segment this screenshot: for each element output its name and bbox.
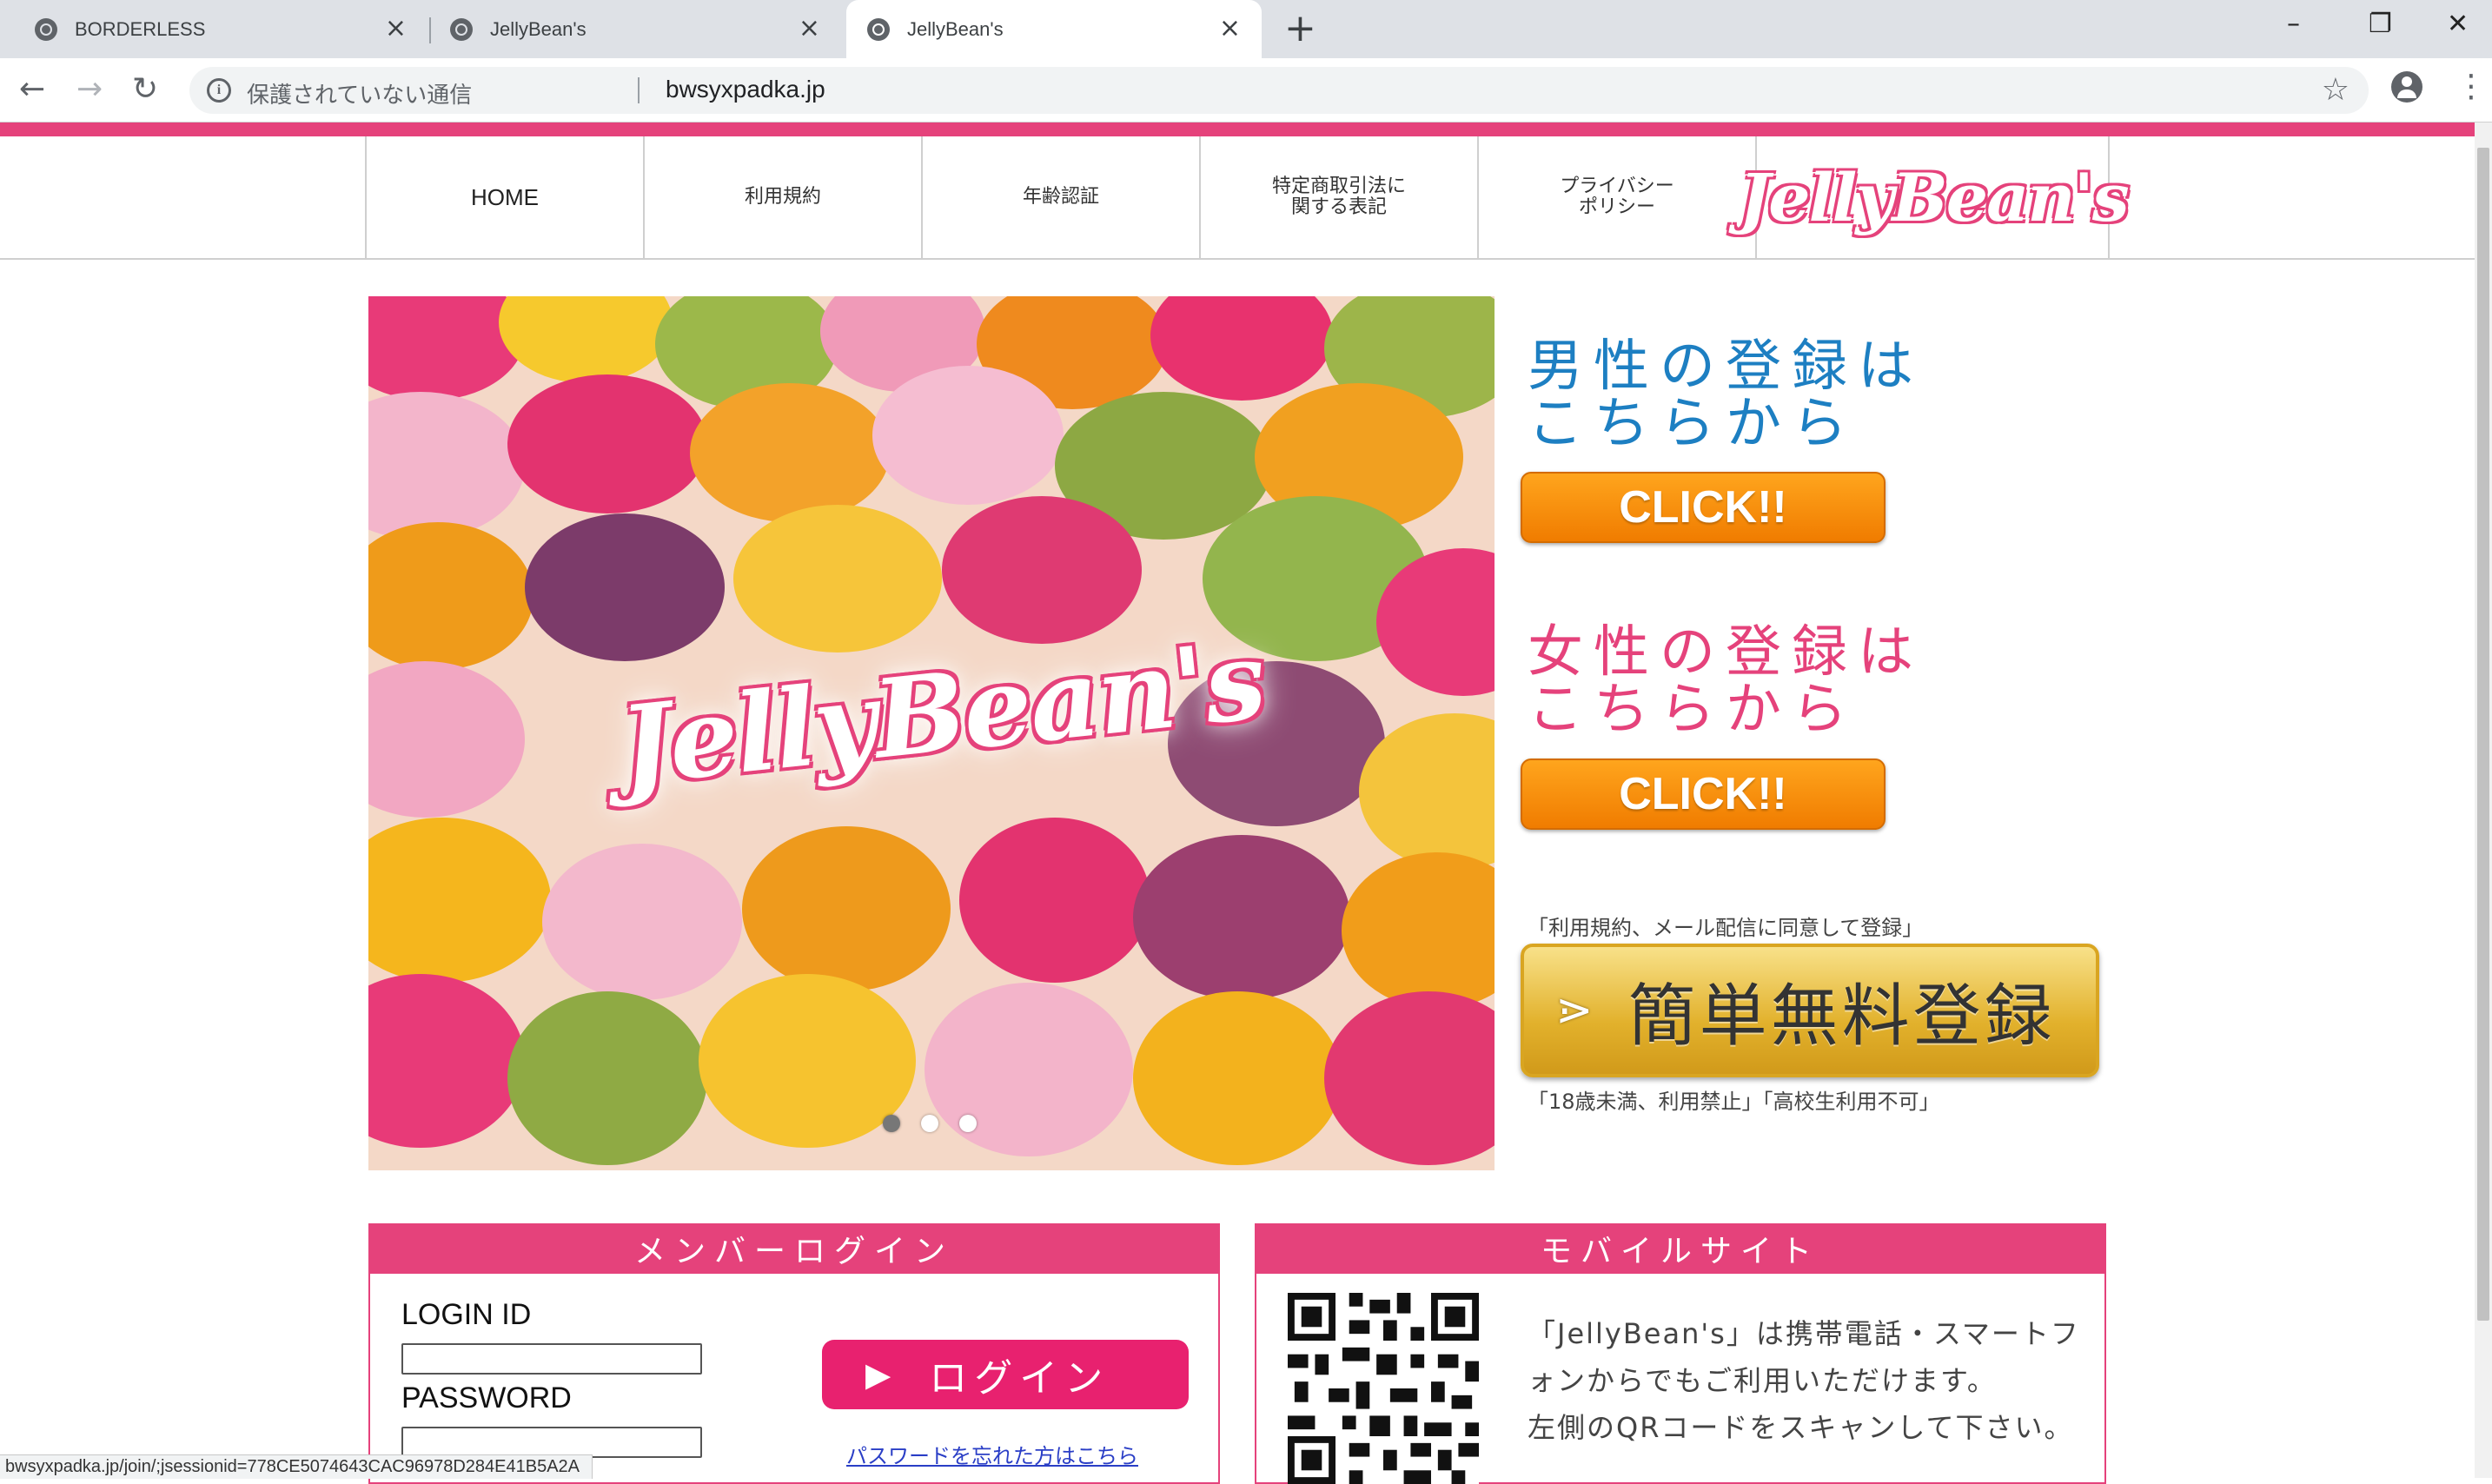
site-logo[interactable]: JellyBean's [1739,136,2129,258]
menu-kebab-icon[interactable]: ⋮ [2456,70,2487,104]
slide-dot-2[interactable] [921,1115,938,1132]
hero-logo: JellyBean's [614,586,1270,841]
info-icon[interactable]: i [207,78,231,103]
age-restriction-notice: 「18歳未満、利用禁止」「高校生利用不可」 [1528,1090,1940,1114]
back-arrow-icon[interactable]: ← [19,70,45,109]
nav-privacy-policy[interactable]: プライバシー ポリシー [1477,136,1755,258]
male-registration-heading: 男性の登録は こちらから [1528,335,1924,456]
free-registration-button[interactable]: ⋗ 簡単無料登録 [1521,944,2099,1077]
bookmark-star-icon[interactable]: ☆ [2322,72,2350,108]
play-triangle-icon: ▶ [865,1355,898,1394]
mobile-site-heading: モバイルサイト [1255,1223,2106,1274]
tab-title: BORDERLESS [75,17,206,40]
nav-bottom-border [0,258,2475,260]
slide-dot-3[interactable] [959,1115,977,1132]
browser-tab-jellybeans[interactable]: JellyBean's × [431,0,841,58]
browser-tab-jellybeans-active[interactable]: JellyBean's × [846,0,1262,58]
status-bar-url: bwsyxpadka.jp/join/;jsessionid=778CE5074… [0,1454,593,1479]
nav-commercial-law[interactable]: 特定商取引法に 関する表記 [1199,136,1477,258]
free-registration-label: 簡単無料登録 [1627,977,2056,1056]
globe-icon [35,17,57,41]
slide-indicators [883,1115,977,1132]
globe-icon [450,17,473,41]
login-id-label: LOGIN ID [401,1298,532,1331]
minimize-button[interactable]: – [2287,7,2300,42]
nav-age-verification[interactable]: 年齢認証 [921,136,1199,258]
qr-code-icon [1288,1293,1479,1484]
globe-icon [867,17,890,41]
login-button[interactable]: ▶ ログイン [822,1340,1189,1409]
password-input[interactable] [401,1427,702,1458]
slide-dot-1[interactable] [883,1115,900,1132]
url-text[interactable]: bwsyxpadka.jp [666,76,825,103]
new-tab-button[interactable]: + [1284,9,1316,49]
login-button-label: ログイン [929,1356,1110,1401]
tab-title: JellyBean's [907,17,1004,40]
browser-toolbar: ← → ↻ i 保護されていない通信 bwsyxpadka.jp ☆ [0,58,2492,123]
hero-slideshow[interactable]: JellyBean's [368,296,1495,1170]
security-status[interactable]: 保護されていない通信 [247,77,472,109]
close-tab-icon[interactable]: × [799,16,820,42]
profile-avatar-icon[interactable] [2391,71,2422,103]
login-id-input[interactable] [401,1343,702,1375]
female-register-button[interactable]: CLICK!! [1521,759,1886,830]
scrollbar-thumb[interactable] [2477,148,2489,1321]
consent-text: 「利用規約、メール配信に同意して登録」 [1528,916,1924,940]
reload-icon[interactable]: ↻ [132,70,158,109]
header-accent-bar [0,123,2475,136]
hero-logo-text: JellyBean's [613,617,1270,810]
browser-tab-borderless[interactable]: BORDERLESS × [0,0,427,58]
member-login-panel: メンバーログイン LOGIN ID PASSWORD ▶ ログイン パスワードを… [368,1223,1220,1484]
url-separator [638,77,640,103]
site-logo-text: JellyBean's [1739,158,2129,236]
male-register-button[interactable]: CLICK!! [1521,472,1886,543]
nav-terms[interactable]: 利用規約 [643,136,921,258]
mobile-site-panel: モバイルサイト 「JellyBean's」は携帯電話・スマートフ ォンからでもご… [1255,1223,2106,1484]
browser-tab-strip: BORDERLESS × JellyBean's × JellyBean's ×… [0,0,2492,58]
forgot-password-link[interactable]: パスワードを忘れた方はこちら [846,1439,1138,1469]
close-tab-icon[interactable]: × [385,16,407,42]
restore-button[interactable]: ❐ [2369,7,2392,42]
close-tab-icon[interactable]: × [1219,16,1241,42]
password-label: PASSWORD [401,1381,572,1414]
play-arrow-icon: ⋗ [1555,984,1594,1037]
nav-home[interactable]: HOME [365,136,643,258]
address-bar[interactable]: i 保護されていない通信 bwsyxpadka.jp ☆ [189,67,2369,114]
female-registration-heading: 女性の登録は こちらから [1528,620,1924,742]
member-login-heading: メンバーログイン [368,1223,1220,1274]
tab-title: JellyBean's [490,17,587,40]
mobile-site-description: 「JellyBean's」は携帯電話・スマートフ ォンからでもご利用いただけます… [1528,1317,2080,1444]
forward-arrow-icon[interactable]: → [76,70,103,109]
close-window-button[interactable]: ✕ [2447,7,2469,42]
